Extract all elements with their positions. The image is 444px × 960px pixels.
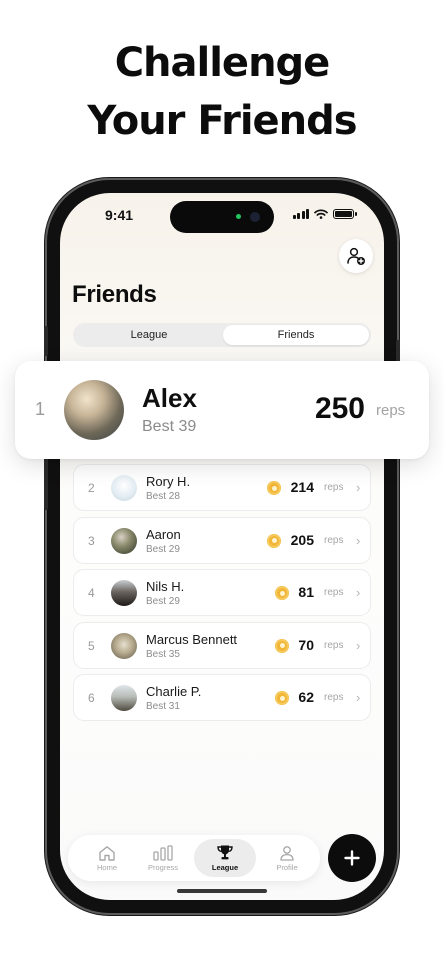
app-screen: 9:41 Friends League Friends 2 Rory H. Be… — [60, 193, 384, 900]
friend-score: 205 — [290, 531, 314, 548]
chevron-right-icon: › — [356, 532, 361, 548]
nav-label: League — [211, 863, 239, 872]
bar-chart-icon — [153, 844, 173, 861]
leader-card[interactable]: 1 Alex Best 39 250 reps — [15, 361, 429, 459]
page-title: Friends — [72, 281, 157, 308]
nav-progress[interactable]: Progress — [132, 839, 194, 877]
list-item[interactable]: 2 Rory H. Best 28 214 reps › — [73, 464, 371, 511]
headline-line-2: Your Friends — [87, 98, 357, 144]
leaderboard-list: 2 Rory H. Best 28 214 reps › 3 Aaron Bes… — [73, 464, 371, 727]
tab-friends[interactable]: Friends — [223, 325, 369, 345]
leader-name: Alex — [142, 383, 197, 413]
score-unit: reps — [324, 534, 344, 546]
friend-score: 214 — [290, 479, 314, 495]
status-icons — [292, 209, 357, 219]
status-bar: 9:41 — [60, 193, 384, 237]
rank-number: 3 — [88, 533, 95, 548]
camera-icon — [250, 212, 260, 222]
signal-icon — [292, 209, 309, 219]
rank-number: 4 — [88, 586, 95, 601]
list-item[interactable]: 5 Marcus Bennett Best 35 70 reps › — [73, 621, 371, 669]
score-unit: reps — [324, 692, 344, 704]
wifi-icon — [314, 209, 328, 219]
friend-name: Aaron — [146, 526, 181, 542]
side-button — [44, 326, 48, 356]
list-item[interactable]: 4 Nils H. Best 29 81 reps › — [73, 569, 371, 617]
chevron-right-icon: › — [356, 585, 361, 601]
home-icon — [99, 845, 115, 861]
avatar — [111, 475, 137, 501]
marketing-headline: Challenge Your Friends — [0, 34, 444, 150]
tab-league[interactable]: League — [75, 325, 223, 345]
nav-label: Progress — [147, 862, 178, 872]
nav-profile[interactable]: Profile — [256, 839, 318, 877]
avatar — [111, 580, 137, 607]
leader-best: Best 39 — [142, 418, 197, 435]
status-time: 9:41 — [105, 207, 134, 223]
score-unit: reps — [324, 639, 344, 651]
trophy-icon — [217, 845, 233, 860]
friend-name: Charlie P. — [146, 684, 202, 700]
home-indicator — [177, 889, 267, 893]
score-unit: reps — [376, 402, 406, 419]
friend-best: Best 31 — [146, 701, 180, 713]
nav-label: Home — [96, 862, 117, 872]
nav-league[interactable]: League — [194, 839, 256, 877]
friend-score: 70 — [298, 636, 314, 653]
rank-number: 5 — [88, 638, 95, 653]
friend-best: Best 29 — [146, 543, 180, 555]
segmented-control: League Friends — [73, 323, 371, 347]
plus-icon — [344, 850, 360, 866]
avatar — [111, 527, 137, 554]
person-icon — [280, 845, 294, 861]
add-friend-button[interactable] — [339, 239, 373, 273]
rank-number: 1 — [35, 399, 46, 419]
dynamic-island — [170, 201, 274, 233]
avatar — [64, 380, 124, 440]
battery-icon — [333, 209, 357, 219]
friend-score: 62 — [298, 689, 314, 706]
friend-best: Best 35 — [146, 648, 180, 660]
score-unit: reps — [324, 482, 344, 493]
friend-name: Marcus Bennett — [146, 631, 238, 647]
list-item[interactable]: 3 Aaron Best 29 205 reps › — [73, 516, 371, 564]
list-item[interactable]: 6 Charlie P. Best 31 62 reps › — [73, 674, 371, 722]
friend-name: Nils H. — [146, 579, 185, 595]
friend-best: Best 29 — [146, 596, 180, 608]
friend-name: Rory H. — [146, 474, 191, 489]
rank-number: 2 — [88, 481, 95, 495]
friend-best: Best 28 — [146, 491, 180, 502]
friend-score: 81 — [298, 584, 314, 601]
person-add-icon — [347, 247, 365, 265]
privacy-indicator — [236, 214, 241, 219]
chevron-right-icon: › — [356, 637, 361, 653]
nav-home[interactable]: Home — [76, 839, 138, 877]
avatar — [111, 632, 137, 659]
nav-label: Profile — [276, 862, 298, 872]
leader-score: 250 — [314, 392, 365, 425]
chevron-right-icon: › — [356, 690, 361, 706]
add-workout-button[interactable] — [328, 834, 376, 882]
rank-number: 6 — [88, 691, 95, 706]
headline-line-1: Challenge — [114, 40, 331, 86]
score-unit: reps — [324, 587, 344, 599]
avatar — [111, 685, 137, 712]
tab-bar: Home Progress League Profile — [68, 835, 320, 881]
chevron-right-icon: › — [356, 480, 361, 495]
